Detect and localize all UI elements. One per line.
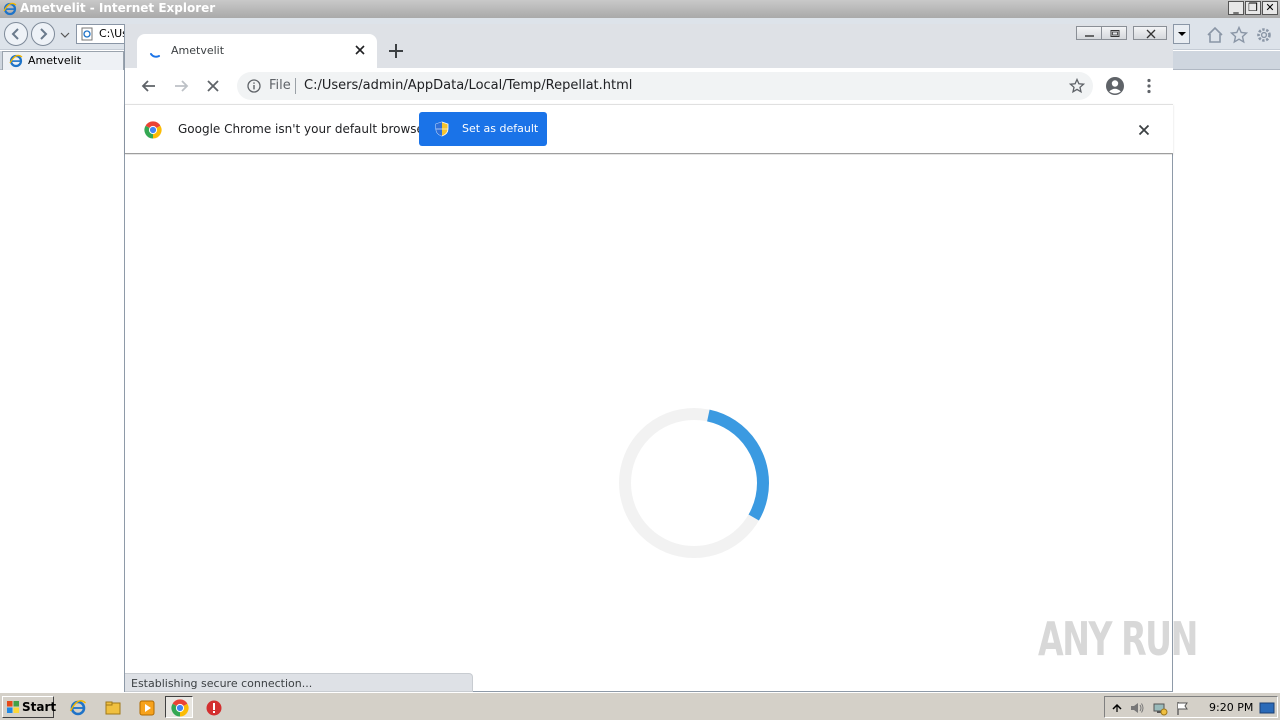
action-center-flag-icon[interactable] xyxy=(1175,700,1191,716)
stop-loading-icon[interactable] xyxy=(203,76,223,96)
info-icon[interactable] xyxy=(247,79,261,93)
taskbar-ie[interactable] xyxy=(63,696,91,718)
show-desktop-icon[interactable] xyxy=(1259,700,1275,716)
ie-close-button[interactable]: ✕ xyxy=(1262,1,1278,15)
omnibox-separator xyxy=(295,78,296,94)
ie-restore-button[interactable]: ❐ xyxy=(1245,1,1261,15)
chrome-close-button[interactable] xyxy=(1133,26,1167,40)
taskbar-chrome[interactable] xyxy=(165,696,193,718)
chrome-logo-icon xyxy=(144,121,162,139)
status-bubble: Establishing secure connection... xyxy=(125,673,473,692)
vertical-dots-icon[interactable] xyxy=(1139,76,1159,96)
account-circle-icon[interactable] xyxy=(1105,76,1125,96)
gear-icon[interactable] xyxy=(1255,26,1273,44)
omnibox[interactable]: File C:/Users/admin/AppData/Local/Temp/R… xyxy=(237,72,1093,100)
uac-shield-icon xyxy=(435,121,449,137)
minimize-icon xyxy=(1085,35,1094,37)
loading-ring-progress xyxy=(619,408,769,558)
ie-titlebar: Ametvelit - Internet Explorer _ ❐ ✕ xyxy=(0,0,1280,18)
ie-logo-icon xyxy=(69,700,87,716)
arrow-left-icon[interactable] xyxy=(139,76,159,96)
clock[interactable]: 9:20 PM xyxy=(1209,701,1253,714)
restore-icon xyxy=(1110,30,1120,37)
ie-logo-icon xyxy=(9,54,23,68)
arrow-right-icon[interactable] xyxy=(171,76,191,96)
network-icon[interactable] xyxy=(1152,700,1168,716)
folder-icon xyxy=(105,701,121,715)
chevron-up-icon[interactable] xyxy=(1109,700,1125,716)
stop-alert-icon xyxy=(206,700,222,716)
ie-tab-label: Ametvelit xyxy=(28,54,82,67)
page-icon xyxy=(81,27,93,41)
chevron-down-icon[interactable] xyxy=(60,31,70,39)
anyrun-watermark: ANY RUN xyxy=(1038,606,1238,672)
status-text: Establishing secure connection... xyxy=(131,677,313,690)
omnibox-url[interactable]: C:/Users/admin/AppData/Local/Temp/Repell… xyxy=(304,78,632,93)
loading-ring xyxy=(619,408,769,558)
star-icon[interactable] xyxy=(1230,26,1248,44)
close-icon xyxy=(1146,29,1156,39)
taskbar-explorer[interactable] xyxy=(98,696,126,718)
ie-tab[interactable]: Ametvelit xyxy=(2,51,124,70)
ie-logo-icon xyxy=(3,2,17,16)
omnibox-scheme: File xyxy=(269,78,291,93)
ie-window-title: Ametvelit - Internet Explorer xyxy=(20,1,216,15)
set-as-default-button[interactable]: Set as default xyxy=(419,112,547,146)
chrome-tabstrip: Ametvelit xyxy=(125,24,1173,68)
new-tab-plus-icon[interactable] xyxy=(387,42,405,60)
arrow-left-icon xyxy=(11,28,19,40)
chevron-down-icon xyxy=(1178,32,1186,36)
set-as-default-label: Set as default xyxy=(462,122,539,135)
ie-forward-button[interactable] xyxy=(31,22,55,46)
chrome-logo-icon xyxy=(171,699,189,717)
home-icon[interactable] xyxy=(1206,26,1224,44)
close-icon[interactable] xyxy=(353,43,367,57)
volume-icon[interactable] xyxy=(1129,700,1145,716)
start-button[interactable]: Start xyxy=(2,696,57,718)
chrome-window: Ametvelit File C:/Users/admin/AppData/Lo… xyxy=(124,24,1173,692)
chrome-toolbar: File C:/Users/admin/AppData/Local/Temp/R… xyxy=(125,68,1173,104)
chrome-tab-title: Ametvelit xyxy=(171,44,225,57)
loading-spinner-icon xyxy=(150,53,160,58)
ie-address-dropdown[interactable] xyxy=(1173,25,1189,43)
taskbar-security-app[interactable] xyxy=(199,696,227,718)
chrome-minimize-button[interactable] xyxy=(1076,26,1102,40)
chrome-restore-button[interactable] xyxy=(1101,26,1127,40)
ie-back-button[interactable] xyxy=(4,22,28,46)
media-player-icon xyxy=(139,700,155,716)
ie-minimize-button[interactable]: _ xyxy=(1228,1,1244,15)
start-label: Start xyxy=(22,700,57,714)
taskbar: Start 9:20 PM xyxy=(0,692,1280,720)
chrome-tab[interactable]: Ametvelit xyxy=(137,34,377,68)
windows-logo-icon xyxy=(7,701,19,713)
watermark-text: ANY RUN xyxy=(1038,612,1198,666)
system-tray: 9:20 PM xyxy=(1104,696,1278,718)
star-icon[interactable] xyxy=(1069,78,1085,94)
close-icon[interactable] xyxy=(1137,123,1151,137)
page-content xyxy=(125,155,1172,691)
infobar-message: Google Chrome isn't your default browser xyxy=(178,122,429,136)
default-browser-infobar: Google Chrome isn't your default browser… xyxy=(125,104,1173,154)
taskbar-media-player[interactable] xyxy=(132,696,160,718)
arrow-right-icon xyxy=(40,28,48,40)
